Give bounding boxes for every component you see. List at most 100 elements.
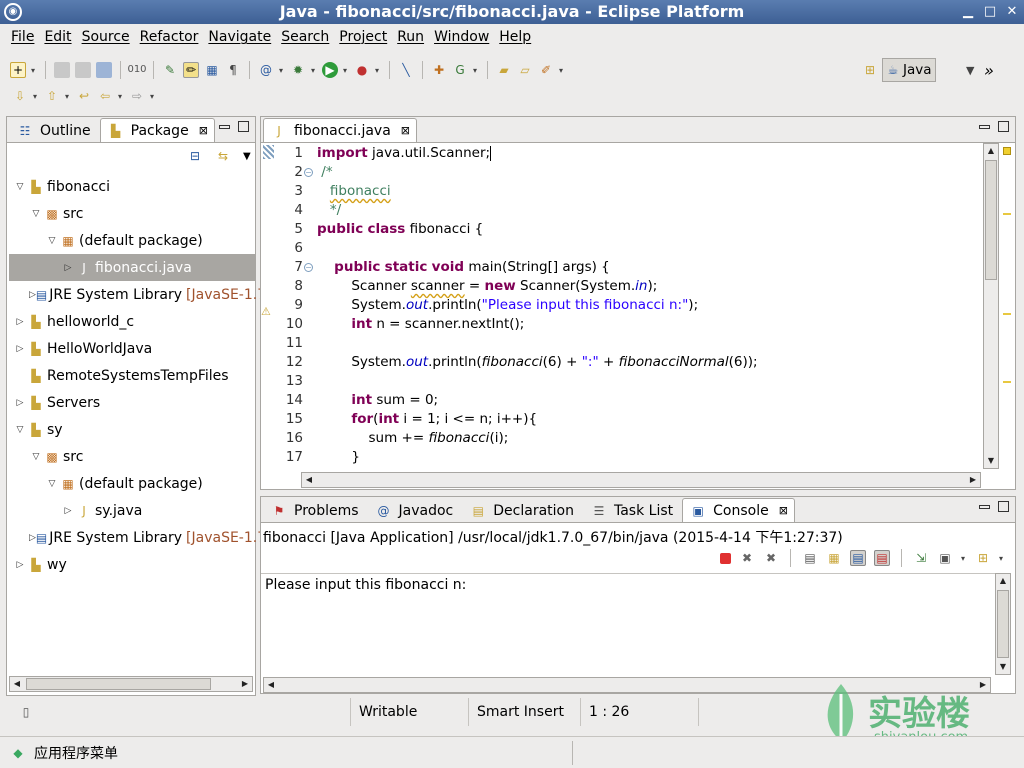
code-line[interactable]: } xyxy=(317,449,360,465)
clear-console-icon[interactable]: ▤ xyxy=(802,550,818,566)
warning-marker-icon[interactable]: ⚠ xyxy=(261,305,275,319)
new-java-project-icon[interactable]: ✚ xyxy=(431,62,447,78)
menu-window[interactable]: Window xyxy=(429,29,494,45)
close-editor-icon[interactable]: ⊠ xyxy=(401,124,410,137)
tree-node[interactable]: ▽ ▦ (default package) xyxy=(9,227,256,254)
annotation-icon[interactable]: @ xyxy=(258,62,274,78)
maximize-view-icon[interactable] xyxy=(238,121,249,132)
close-console-icon[interactable]: ⊠ xyxy=(779,504,788,517)
new-icon[interactable]: + xyxy=(10,62,26,78)
scroll-thumb[interactable] xyxy=(26,678,211,690)
tab-problems[interactable]: ⚑ Problems xyxy=(263,498,366,522)
fold-toggle-icon[interactable]: − xyxy=(304,168,313,177)
expand-node-icon[interactable]: ▷ xyxy=(29,533,36,543)
block-selection-icon[interactable]: ▦ xyxy=(204,62,220,78)
last-edit-location-icon[interactable]: ↩ xyxy=(76,88,92,104)
tab-console[interactable]: ▣ Console ⊠ xyxy=(682,498,795,522)
collapse-node-icon[interactable]: ▽ xyxy=(13,425,27,435)
new-class-icon[interactable]: G xyxy=(452,62,468,78)
scroll-left-icon[interactable]: ◀ xyxy=(10,677,24,691)
java-perspective-button[interactable]: ☕ Java xyxy=(882,58,936,82)
editor-horizontal-scrollbar[interactable]: ◀ ▶ xyxy=(301,472,981,488)
scroll-left-icon[interactable]: ◀ xyxy=(264,678,278,692)
code-line[interactable]: int n = scanner.nextInt(); xyxy=(317,316,524,332)
fast-view-icon[interactable]: ▯ xyxy=(18,704,34,720)
scroll-right-icon[interactable]: ▶ xyxy=(966,473,980,487)
code-line[interactable]: sum += fibonacci(i); xyxy=(317,430,508,446)
close-tab-icon[interactable]: ⊠ xyxy=(199,124,208,137)
app-menu-label[interactable]: 应用程序菜单 xyxy=(34,743,118,763)
overview-mark[interactable] xyxy=(1003,213,1011,215)
display-console-icon[interactable]: ▣ xyxy=(937,550,953,566)
back-icon[interactable]: ⇦ xyxy=(97,88,113,104)
remove-launch-icon[interactable]: ✖ xyxy=(739,550,755,566)
open-perspective-icon[interactable]: ⊞ xyxy=(862,62,878,78)
tab-javadoc[interactable]: @ Javadoc xyxy=(368,498,461,522)
external-tools-icon[interactable]: ● xyxy=(354,62,370,78)
tab-fibonacci-java[interactable]: J fibonacci.java ⊠ xyxy=(263,118,418,142)
tree-node[interactable]: ▷ ▙ helloworld_c xyxy=(9,308,256,335)
scroll-down-icon[interactable]: ▼ xyxy=(984,454,998,468)
show-on-stdout-icon[interactable]: ▤ xyxy=(850,550,866,566)
skip-breakpoints-icon[interactable]: ╲ xyxy=(398,62,414,78)
open-console-icon[interactable]: ⊞ xyxy=(975,550,991,566)
expand-node-icon[interactable]: ▷ xyxy=(61,506,75,516)
tree-node[interactable]: ▷ Jsy.java xyxy=(9,497,256,524)
previous-annotation-icon[interactable]: ⇧ xyxy=(44,88,60,104)
collapse-node-icon[interactable]: ▽ xyxy=(13,182,27,192)
expand-node-icon[interactable]: ▷ xyxy=(29,290,36,300)
app-menu-icon[interactable]: ◆ xyxy=(10,745,26,761)
new-dropdown-icon[interactable]: ▾ xyxy=(31,66,37,75)
collapse-node-icon[interactable]: ▽ xyxy=(45,236,59,246)
toggle-mark-occurrences-icon[interactable]: ✎ xyxy=(162,62,178,78)
annotation-dropdown-icon[interactable]: ▾ xyxy=(279,66,285,75)
collapse-all-icon[interactable]: ⊟ xyxy=(187,148,203,164)
warnings-indicator-icon[interactable] xyxy=(1003,147,1011,155)
collapse-node-icon[interactable]: ▽ xyxy=(29,452,43,462)
code-line[interactable]: fibonacci xyxy=(317,183,391,199)
code-line[interactable]: System.out.println("Please input this fi… xyxy=(317,297,698,313)
code-line[interactable]: /* xyxy=(317,164,332,180)
scroll-down-icon[interactable]: ▼ xyxy=(996,660,1010,674)
editor-vertical-scrollbar[interactable]: ▲ ▼ xyxy=(983,143,999,469)
tree-node[interactable]: ▽ ▩ src xyxy=(9,200,256,227)
scroll-right-icon[interactable]: ▶ xyxy=(238,677,252,691)
search-dropdown-icon[interactable]: ▾ xyxy=(559,66,565,75)
overview-mark[interactable] xyxy=(1003,313,1011,315)
expand-node-icon[interactable]: ▷ xyxy=(13,317,27,327)
collapse-node-icon[interactable]: ▽ xyxy=(45,479,59,489)
left-horizontal-scrollbar[interactable]: ◀ ▶ xyxy=(9,676,253,692)
run-icon[interactable]: ▶ xyxy=(322,62,338,78)
minimize-editor-icon[interactable] xyxy=(979,125,990,129)
code-line[interactable]: int sum = 0; xyxy=(317,392,438,408)
next-annotation-icon[interactable]: ⇩ xyxy=(12,88,28,104)
open-task-icon[interactable]: ▱ xyxy=(517,62,533,78)
view-menu-icon[interactable]: ▼ xyxy=(243,151,251,162)
tree-node[interactable]: ▷ Jfibonacci.java xyxy=(9,254,256,281)
perspective-dropdown-icon[interactable]: ▼ xyxy=(966,64,980,77)
code-line[interactable]: public static void main(String[] args) { xyxy=(317,259,610,275)
forward-icon[interactable]: ⇨ xyxy=(129,88,145,104)
collapse-node-icon[interactable]: ▽ xyxy=(29,209,43,219)
minimize-view-icon[interactable] xyxy=(219,125,230,129)
debug-icon[interactable]: ✹ xyxy=(290,62,306,78)
code-line[interactable]: */ xyxy=(317,202,341,218)
highlight-icon[interactable]: ✏ xyxy=(183,62,199,78)
console-vertical-scrollbar[interactable]: ▲ ▼ xyxy=(995,573,1011,675)
pin-console-icon[interactable]: ⇲ xyxy=(913,550,929,566)
open-type-icon[interactable]: 010 xyxy=(127,62,146,78)
scroll-up-icon[interactable]: ▲ xyxy=(984,144,998,158)
open-console-dropdown-icon[interactable]: ▾ xyxy=(999,554,1005,563)
menu-help[interactable]: Help xyxy=(494,29,536,45)
expand-node-icon[interactable]: ▷ xyxy=(61,263,75,273)
maximize-console-icon[interactable] xyxy=(998,501,1009,512)
forward-dropdown-icon[interactable]: ▾ xyxy=(150,92,156,101)
code-area[interactable]: 1 import java.util.Scanner; 2− /* 3 fibonac… xyxy=(275,143,980,467)
expand-node-icon[interactable]: ▷ xyxy=(13,344,27,354)
tree-node[interactable]: ▽ ▦ (default package) xyxy=(9,470,256,497)
minimize-console-icon[interactable] xyxy=(979,505,990,509)
debug-dropdown-icon[interactable]: ▾ xyxy=(311,66,317,75)
expand-node-icon[interactable]: ▷ xyxy=(13,398,27,408)
console-scroll-thumb[interactable] xyxy=(997,590,1009,658)
print-icon[interactable] xyxy=(96,62,112,78)
